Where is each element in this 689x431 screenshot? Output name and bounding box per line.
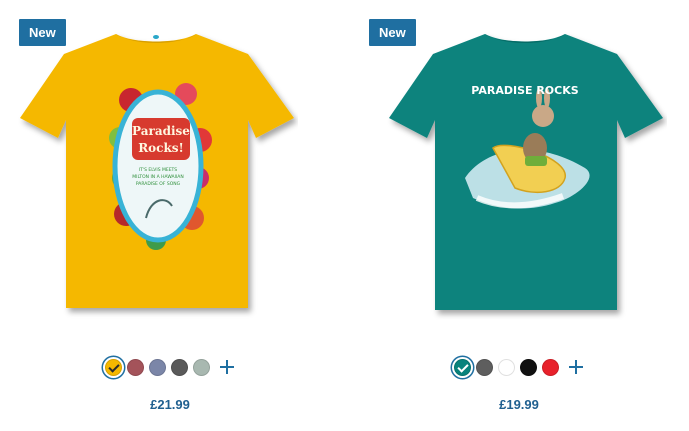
color-swatch-red[interactable] [541,358,559,376]
product-image[interactable]: PARADISE ROCKS [385,28,667,320]
color-swatch-burgundy[interactable] [126,358,144,376]
product-price[interactable]: £21.99 [0,397,340,412]
svg-text:Rocks!: Rocks! [138,141,184,155]
color-swatch-dark-grey[interactable] [170,358,188,376]
color-swatch-slate-blue[interactable] [148,358,166,376]
more-colors-plus-icon[interactable] [218,358,236,376]
product-grid: New Paradise Rocks! IT'S ELVIS MEETS MIL… [0,0,689,431]
color-swatches [349,358,689,376]
color-swatch-petrol[interactable] [453,358,471,376]
svg-text:MILTON IN A HAWAIIAN: MILTON IN A HAWAIIAN [132,174,183,180]
color-swatch-black[interactable] [519,358,537,376]
product-image[interactable]: Paradise Rocks! IT'S ELVIS MEETS MILTON … [16,28,298,320]
color-swatch-white[interactable] [497,358,515,376]
product-card[interactable]: New Paradise Rocks! IT'S ELVIS MEETS MIL… [0,0,340,431]
product-card[interactable]: New PARADISE ROCKS £19.99 [349,0,689,431]
color-swatches [0,358,340,376]
color-swatch-yellow[interactable] [104,358,122,376]
color-swatch-dark-grey[interactable] [475,358,493,376]
svg-text:PARADISE ROCKS: PARADISE ROCKS [471,84,578,97]
more-colors-plus-icon[interactable] [567,358,585,376]
color-swatch-sage[interactable] [192,358,210,376]
product-price[interactable]: £19.99 [349,397,689,412]
svg-text:Paradise: Paradise [132,124,190,138]
svg-text:PARADISE OF SONG: PARADISE OF SONG [136,181,181,187]
svg-text:IT'S ELVIS MEETS: IT'S ELVIS MEETS [139,167,177,173]
